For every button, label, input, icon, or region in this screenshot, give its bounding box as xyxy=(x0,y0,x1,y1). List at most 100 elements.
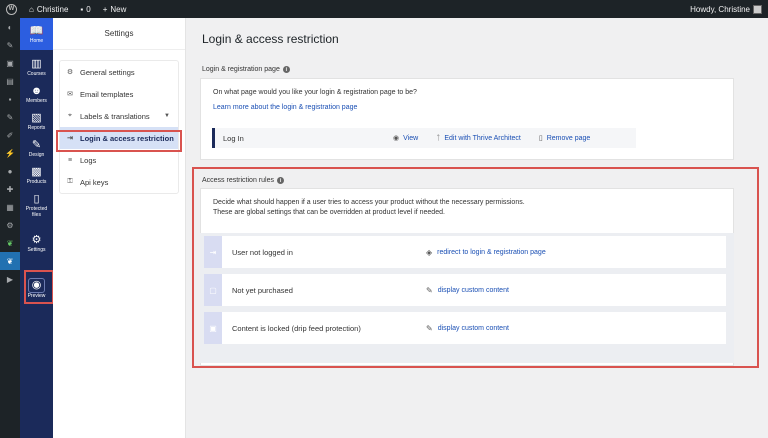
trail-label: Protected files xyxy=(25,206,48,218)
trail-label: Reports xyxy=(27,125,46,131)
rules-desc-2: These are global settings that can be ov… xyxy=(213,209,445,216)
subnav-labels-translations[interactable]: ⌖ Labels & translations ▼ xyxy=(60,105,178,127)
plugin-gear-icon[interactable]: ⚙ xyxy=(0,216,20,234)
trail-protected-files[interactable]: ▯ Protected files xyxy=(20,191,53,220)
eye-icon: ◉ xyxy=(393,135,400,142)
page-title: Login & access restriction xyxy=(202,32,339,46)
products-icon: ▩ xyxy=(31,166,42,178)
home-icon: ⌂ xyxy=(29,4,34,14)
appearance-icon[interactable]: ✐ xyxy=(0,126,20,144)
new-content-link[interactable]: + New xyxy=(97,0,133,18)
wordpress-logo[interactable]: W xyxy=(0,0,23,18)
trail-members[interactable]: ☻ Members xyxy=(20,83,53,106)
chevron-down-icon: ▼ xyxy=(164,113,170,119)
login-section-label: Login & registration page i xyxy=(202,66,290,73)
rules-list: ⇥ User not logged in ◈ redirect to login… xyxy=(200,233,734,363)
subnav-logs[interactable]: ≡ Logs xyxy=(60,149,178,171)
subnav-email-templates[interactable]: ✉ Email templates xyxy=(60,83,178,105)
eye-icon: ◉ xyxy=(27,278,46,293)
tools-icon[interactable]: ✚ xyxy=(0,180,20,198)
trail-preview[interactable]: ◉ Preview xyxy=(20,276,53,301)
courses-icon: ▥ xyxy=(31,58,42,70)
edit-icon: ✎ xyxy=(426,323,433,333)
leaf-icon[interactable]: ❦ xyxy=(0,234,20,252)
view-label: View xyxy=(403,134,419,142)
trash-icon: ▯ xyxy=(538,135,543,142)
reports-icon: ▧ xyxy=(31,112,42,124)
rule-row: ▣ Content is locked (drip feed protectio… xyxy=(204,312,726,344)
trail-reports[interactable]: ▧ Reports xyxy=(20,110,53,133)
media-icon[interactable]: ▣ xyxy=(0,54,20,72)
trail-courses[interactable]: ▥ Courses xyxy=(20,56,53,79)
view-button[interactable]: ◉ View xyxy=(393,134,419,143)
apprentice-sidebar: 📖 Home ▥ Courses ☻ Members ▧ Reports ✎ D… xyxy=(20,18,53,438)
subnav-login-access[interactable]: ⇥ Login & access restriction xyxy=(60,127,178,149)
edit-thrive-button[interactable]: ᛏ Edit with Thrive Architect xyxy=(436,135,521,142)
section-label-text: Login & registration page xyxy=(202,66,280,73)
login-arrow-icon: ⇥ xyxy=(204,236,222,268)
subnav-general-settings[interactable]: ⚙ General settings xyxy=(60,61,178,83)
play-icon[interactable]: ▶ xyxy=(0,270,20,288)
login-question: On what page would you like your login &… xyxy=(213,89,417,96)
wordpress-icon: W xyxy=(6,3,17,15)
members-icon: ☻ xyxy=(30,85,43,97)
trail-design[interactable]: ✎ Design xyxy=(20,137,53,160)
edit-icon: ✎ xyxy=(426,285,433,295)
page-icon[interactable]: ▤ xyxy=(0,72,20,90)
subnav-label: Email templates xyxy=(80,89,134,99)
comment-icon: ▪ xyxy=(80,4,84,14)
gear-icon: ⚙ xyxy=(31,233,42,246)
site-name-link[interactable]: ⌂ Christine xyxy=(23,0,74,18)
trail-label: Courses xyxy=(27,71,46,77)
remove-page-button[interactable]: ▯ Remove page xyxy=(538,134,590,143)
pin-icon[interactable]: ✎ xyxy=(0,36,20,54)
trail-home[interactable]: 📖 Home xyxy=(20,18,53,50)
site-name: Christine xyxy=(36,4,69,14)
subnav-list: ⚙ General settings ✉ Email templates ⌖ L… xyxy=(59,60,179,194)
bag-icon: ▢ xyxy=(204,274,222,306)
rule-action-link[interactable]: ◈ redirect to login & registration page xyxy=(426,248,546,257)
rule-name: Content is locked (drip feed protection) xyxy=(232,323,361,333)
tag-icon: ⌖ xyxy=(68,112,72,119)
account-menu[interactable]: Howdy, Christine xyxy=(690,4,768,14)
admin-bar: W ⌂ Christine ▪ 0 + New Howdy, Christine xyxy=(0,0,768,18)
edit-label: Edit with Thrive Architect xyxy=(444,134,521,142)
leaf-active-icon[interactable]: ❦ xyxy=(0,252,20,270)
settings-icon[interactable]: ▦ xyxy=(0,198,20,216)
key-icon: ⚿ xyxy=(67,178,73,185)
comment-icon[interactable]: ▪ xyxy=(0,90,20,108)
dashboard-icon[interactable]: ◐ xyxy=(0,18,20,36)
rule-name: User not logged in xyxy=(232,247,293,257)
howdy-text: Howdy, Christine xyxy=(690,4,750,14)
trail-products[interactable]: ▩ Products xyxy=(20,164,53,187)
brush-icon: ✎ xyxy=(31,139,42,151)
gear-icon: ⚙ xyxy=(66,69,74,76)
info-icon[interactable]: i xyxy=(276,177,284,184)
rule-action-link[interactable]: ✎ display custom content xyxy=(426,286,509,295)
trail-label: Preview xyxy=(27,293,46,299)
plugins-icon[interactable]: ⚡ xyxy=(0,144,20,162)
users-icon[interactable]: ● xyxy=(0,162,20,180)
subnav-api-keys[interactable]: ⚿ Api keys xyxy=(60,171,178,193)
file-lock-icon: ▯ xyxy=(33,193,40,205)
mail-icon: ✉ xyxy=(67,91,73,98)
subnav-label: Login & access restriction xyxy=(80,133,174,143)
comments-link[interactable]: ▪ 0 xyxy=(74,0,96,18)
rules-section-label: Access restriction rules i xyxy=(202,177,284,184)
subnav-label: Labels & translations xyxy=(80,111,150,121)
learn-more-link[interactable]: Learn more about the login & registratio… xyxy=(213,104,357,111)
rule-action-label: display custom content xyxy=(437,286,509,294)
main-content: Login & access restriction Login & regis… xyxy=(186,18,768,438)
plus-icon: + xyxy=(102,4,108,14)
book-icon: 📖 xyxy=(29,24,44,37)
trail-settings[interactable]: ⚙ Settings xyxy=(20,226,53,260)
rules-desc-1: Decide what should happen if a user trie… xyxy=(213,199,525,206)
rule-action-link[interactable]: ✎ display custom content xyxy=(426,324,509,333)
trail-label: Design xyxy=(28,152,45,158)
trail-label: Settings xyxy=(27,246,46,253)
trail-label: Products xyxy=(26,179,47,185)
rule-row: ⇥ User not logged in ◈ redirect to login… xyxy=(204,236,726,268)
info-icon[interactable]: i xyxy=(282,66,290,73)
avatar xyxy=(753,4,762,14)
pin-icon[interactable]: ✎ xyxy=(0,108,20,126)
